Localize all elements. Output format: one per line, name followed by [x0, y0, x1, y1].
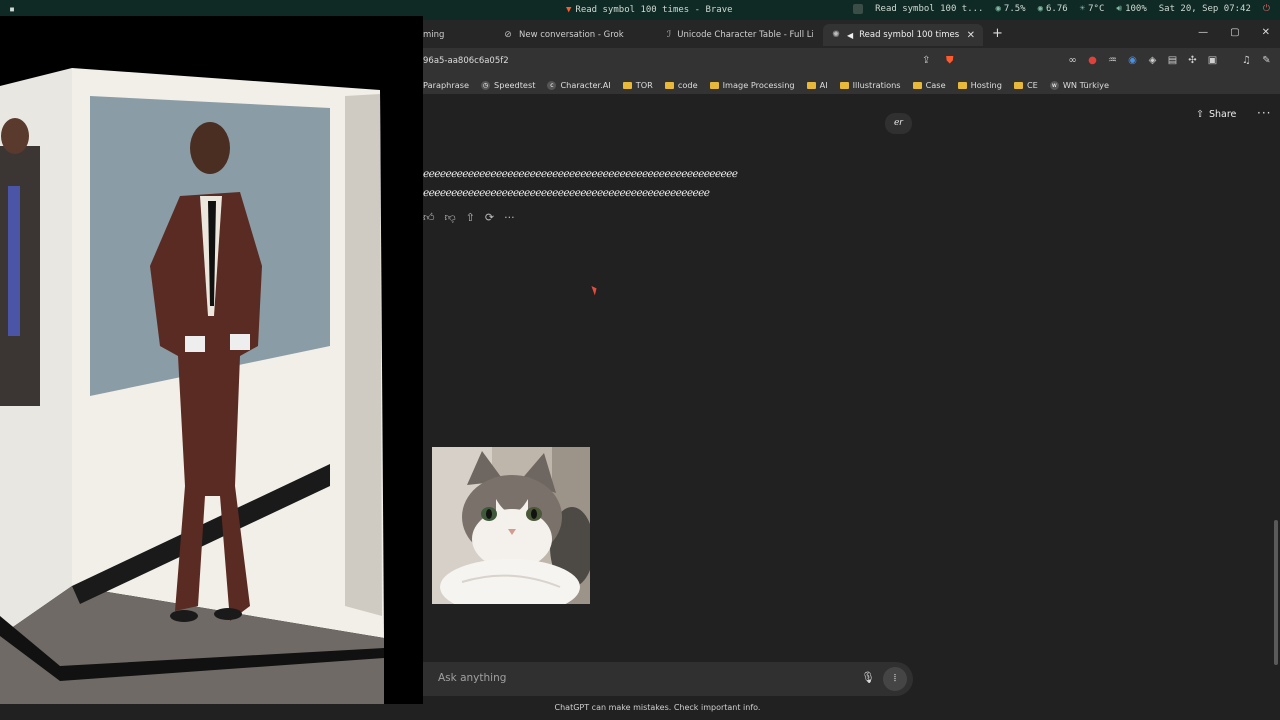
microphone-icon[interactable]: 🎙︎ [861, 671, 875, 684]
tab-read-symbol[interactable]: ✺ ◀︎ Read symbol 100 times ✕ [823, 24, 983, 46]
record-icon[interactable]: ● [1086, 54, 1099, 67]
assistant-response-line: ℯℯℯℯℯℯℯℯℯℯℯℯℯℯℯℯℯℯℯℯℯℯℯℯℯℯℯℯℯℯℯℯℯℯℯℯℯℯℯℯ… [423, 187, 710, 199]
close-window-icon[interactable]: ✕ [1262, 27, 1270, 38]
clock: Sat 20, Sep 07:42 [1158, 4, 1251, 14]
share-icon: ⇧ [1196, 109, 1204, 120]
bookmark-folder-ce[interactable]: CE [1013, 80, 1038, 90]
chatgpt-icon: ✺ [832, 30, 840, 40]
bookmark-folder-hosting[interactable]: Hosting [957, 80, 1002, 90]
bookmark-folder-tor[interactable]: TOR [622, 80, 653, 90]
folder-icon [806, 81, 816, 89]
thumbs-up-icon[interactable]: 👍︎ [423, 211, 435, 224]
tab-partial[interactable]: ming [423, 24, 493, 46]
puzzle-icon[interactable]: ✣ [1186, 54, 1199, 67]
bookmark-folder-image-processing[interactable]: Image Processing [709, 80, 795, 90]
bookmark-folder-code[interactable]: code [664, 80, 698, 90]
speedtest-icon: ◷ [481, 80, 491, 90]
taskbar-window-label[interactable]: Read symbol 100 t... [875, 4, 983, 14]
cpu-icon: ◉ [995, 4, 1001, 14]
tab-grok[interactable]: ⊘ New conversation - Grok [503, 24, 653, 46]
speaker-icon: 🔊︎ [1116, 4, 1123, 14]
more-options-icon[interactable]: ··· [1257, 106, 1271, 120]
speaker-icon: ◀︎ [847, 30, 854, 40]
video-frame [0, 16, 423, 704]
url-field[interactable]: 96a5-aa806c6a05f2 [423, 56, 509, 66]
brave-shield-icon[interactable]: ⛊ [946, 55, 954, 66]
memory-icon: ◉ [1037, 4, 1044, 14]
wallet-icon[interactable]: ▤ [1166, 54, 1179, 67]
share-page-icon[interactable]: ⇪ [922, 55, 930, 66]
folder-icon [622, 81, 632, 89]
new-tab-button[interactable]: + [992, 26, 1003, 41]
more-actions-icon[interactable]: ··· [504, 211, 515, 224]
assistant-response-line: ℯℯℯℯℯℯℯℯℯℯℯℯℯℯℯℯℯℯℯℯℯℯℯℯℯℯℯℯℯℯℯℯℯℯℯℯℯℯℯℯ… [423, 168, 738, 180]
folder-icon [839, 81, 849, 89]
voice-mode-button[interactable]: ⦙ [883, 667, 907, 691]
video-overlay[interactable] [0, 16, 423, 704]
cat-illustration [432, 447, 590, 604]
response-actions: 👍︎ 👎︎ ⇧ ⟳ ··· [423, 211, 515, 224]
ask-anything-input[interactable] [436, 671, 820, 685]
window-title: ▼ Read symbol 100 times - Brave [566, 5, 733, 15]
glasses-icon[interactable]: ∞ [1066, 54, 1079, 67]
system-tray: Read symbol 100 t... ◉ 7.5% ◉ 6.76 ☀ 7°C 🔊︎… [853, 4, 1270, 14]
load-indicator: ◉ 6.76 [1037, 4, 1068, 14]
user-message-bubble: ℯr [885, 113, 912, 134]
minimize-icon[interactable]: — [1198, 27, 1208, 38]
share-button[interactable]: ⇧ Share [1196, 109, 1236, 120]
weather-indicator: ☀ 7°C [1079, 4, 1105, 14]
composer: 🎙︎ ⦙ [423, 662, 913, 696]
regenerate-icon[interactable]: ⟳ [485, 211, 494, 224]
tab-unicode[interactable]: ℐ Unicode Character Table - Full List of [667, 24, 813, 46]
wn-icon: w [1049, 80, 1059, 90]
tab-label: New conversation - Grok [519, 30, 624, 40]
folder-icon [664, 81, 674, 89]
volume-indicator[interactable]: 🔊︎ 100% [1116, 4, 1146, 14]
folder-icon [1013, 81, 1023, 89]
translate-icon[interactable]: ♒ [1106, 54, 1119, 67]
unicode-icon: ℐ [667, 30, 672, 40]
power-icon[interactable]: ⏻ [1263, 4, 1270, 14]
sidebar-icon[interactable]: ▣ [1206, 54, 1219, 67]
workspace-indicator[interactable] [853, 4, 864, 14]
folder-icon [912, 81, 922, 89]
sun-icon: ☀ [1079, 4, 1086, 14]
music-icon[interactable]: ♫ [1240, 54, 1253, 67]
vpn-icon[interactable]: ◉ [1126, 54, 1139, 67]
tab-label: ming [423, 30, 445, 40]
shield-icon[interactable]: ◈ [1146, 54, 1159, 67]
thumbs-down-icon[interactable]: 👎︎ [445, 211, 456, 224]
bookmark-speedtest[interactable]: ◷ Speedtest [481, 80, 535, 90]
characterai-icon: c [547, 80, 557, 90]
cpu-indicator: ◉ 7.5% [995, 4, 1026, 14]
scrollbar[interactable] [1274, 520, 1278, 665]
bookmark-folder-case[interactable]: Case [912, 80, 946, 90]
disclaimer-text: ChatGPT can make mistakes. Check importa… [554, 703, 761, 712]
app-launcher-icon[interactable]: ▪ [9, 5, 19, 15]
share-response-icon[interactable]: ⇧ [466, 211, 475, 224]
bookmark-wn-turkiye[interactable]: w WN Türkiye [1049, 80, 1109, 90]
tab-label: Unicode Character Table - Full List of [677, 30, 813, 40]
maximize-icon[interactable]: ▢ [1230, 27, 1239, 38]
bookmark-paraphrase[interactable]: Paraphrase [423, 80, 469, 90]
bookmark-folder-illustrations[interactable]: Illustrations [839, 80, 901, 90]
window-controls: — ▢ ✕ [1198, 27, 1270, 38]
folder-icon [957, 81, 967, 89]
bookmark-folder-ai[interactable]: AI [806, 80, 828, 90]
bookmark-characterai[interactable]: c Character.AI [547, 80, 611, 90]
close-tab-icon[interactable]: ✕ [967, 30, 975, 41]
tab-label: Read symbol 100 times [859, 30, 960, 40]
grok-icon: ⊘ [504, 30, 512, 40]
cat-image[interactable] [432, 447, 590, 604]
extensions-toolbar: ∞ ● ♒ ◉ ◈ ▤ ✣ ▣ ♫ ✎ ≡ [1066, 54, 1280, 67]
folder-icon [709, 81, 719, 89]
leo-icon[interactable]: ✎ [1260, 54, 1273, 67]
brave-icon: ▼ [566, 5, 572, 15]
